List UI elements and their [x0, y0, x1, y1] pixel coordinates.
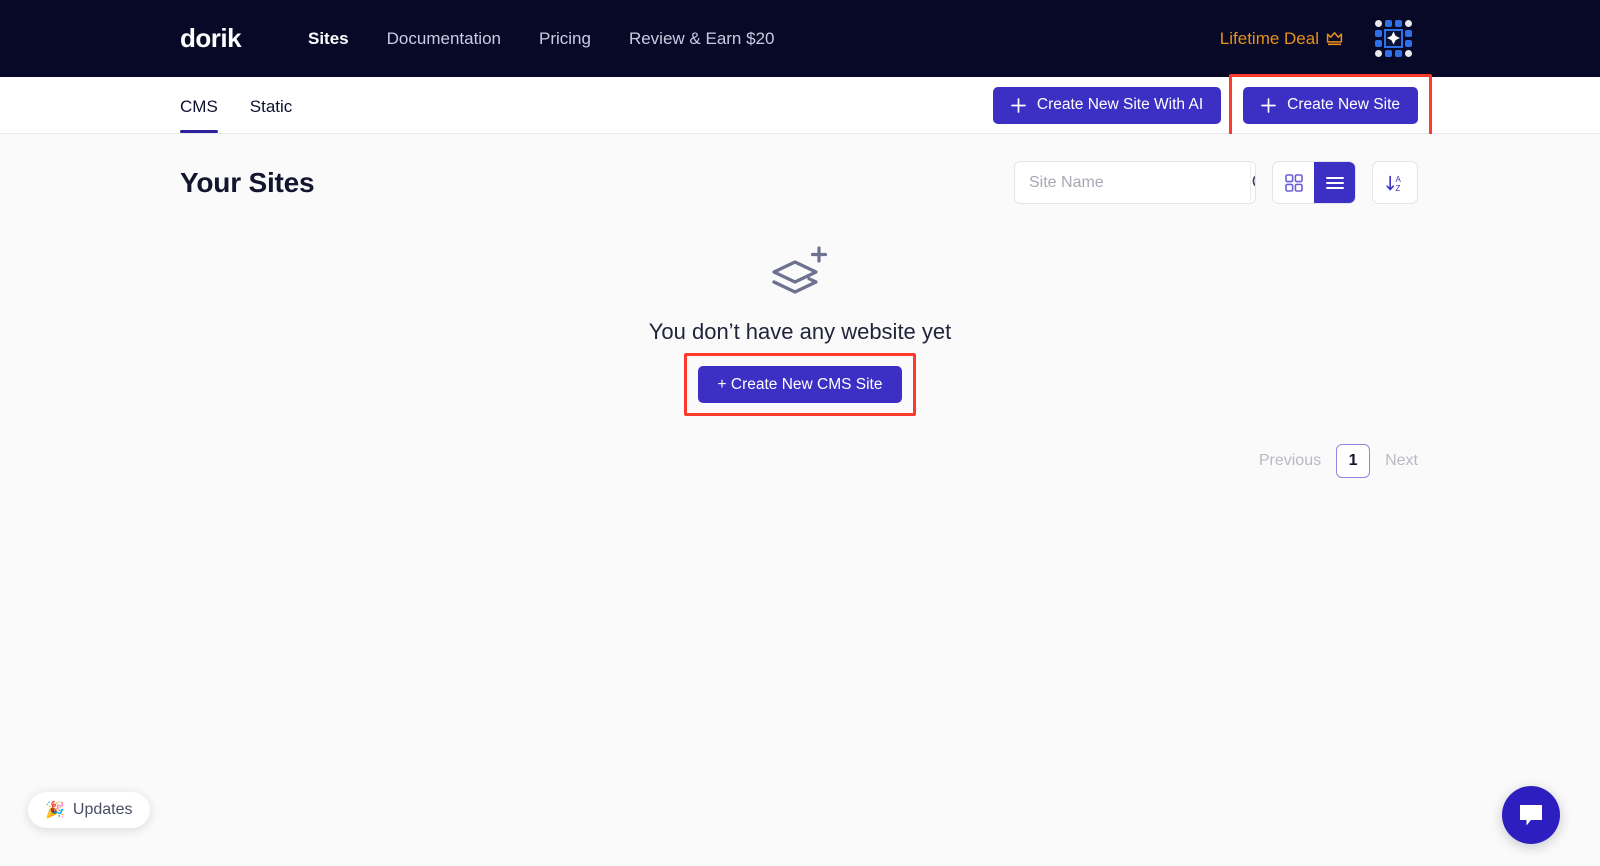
- svg-text:dorik: dorik: [180, 24, 242, 53]
- svg-text:Z: Z: [1396, 184, 1401, 193]
- plus-icon: [1011, 97, 1026, 113]
- avatar[interactable]: [1373, 18, 1415, 60]
- updates-widget[interactable]: 🎉 Updates: [28, 792, 150, 828]
- create-new-site-with-ai-label: Create New Site With AI: [1036, 96, 1204, 113]
- sort-az-icon: A Z: [1386, 175, 1402, 193]
- section-header: Your Sites Site Name A Z: [180, 161, 1418, 204]
- top-navigation-bar: dorik Sites Documentation Pricing Review…: [0, 0, 1600, 77]
- tabbar-actions: Create New Site With AI Create New Site: [992, 73, 1432, 137]
- chat-support-button[interactable]: [1502, 786, 1560, 844]
- main-content: Your Sites Site Name A Z You don’t have …: [0, 134, 1600, 866]
- dorik-logo-mark: dorik: [180, 24, 243, 53]
- create-cms-site-highlight: + Create New CMS Site: [683, 353, 917, 416]
- pagination-previous[interactable]: Previous: [1259, 452, 1321, 470]
- create-new-cms-site-button[interactable]: + Create New CMS Site: [697, 366, 903, 403]
- create-new-site-button[interactable]: Create New Site: [1243, 86, 1418, 124]
- empty-state: You don’t have any website yet + Create …: [0, 244, 1600, 416]
- svg-text:A: A: [1396, 175, 1402, 184]
- content-type-tabbar: CMS Static Create New Site With AI Creat…: [0, 73, 1600, 137]
- create-new-site-label: Create New Site: [1287, 96, 1400, 113]
- lifetime-deal-label: Lifetime Deal: [1219, 28, 1319, 48]
- create-new-site-highlight: Create New Site: [1229, 73, 1432, 137]
- layers-plus-icon: [769, 244, 831, 307]
- pagination-next[interactable]: Next: [1385, 452, 1418, 470]
- empty-state-message: You don’t have any website yet: [648, 319, 952, 344]
- grid-view-button[interactable]: [1273, 162, 1314, 203]
- search-box: [1014, 161, 1256, 204]
- list-toolbar: A Z: [1014, 161, 1418, 204]
- crown-icon: [1326, 32, 1343, 46]
- primary-nav-links: Sites Documentation Pricing Review & Ear…: [308, 29, 774, 49]
- tab-list: CMS Static: [180, 77, 292, 133]
- list-view-button[interactable]: [1314, 162, 1355, 203]
- search-button[interactable]: [1250, 162, 1255, 203]
- nav-right-group: Lifetime Deal: [1220, 18, 1415, 60]
- nav-link-documentation[interactable]: Documentation: [387, 29, 501, 49]
- app-root: dorik Sites Documentation Pricing Review…: [0, 0, 1600, 866]
- lifetime-deal-link[interactable]: Lifetime Deal: [1220, 29, 1343, 49]
- pagination: Previous 1 Next: [1259, 444, 1418, 478]
- list-view-icon: [1325, 176, 1344, 189]
- nav-link-review-earn[interactable]: Review & Earn $20: [629, 29, 775, 49]
- plus-icon: [1261, 97, 1276, 113]
- sort-button[interactable]: A Z: [1372, 161, 1418, 204]
- chat-bubble-icon: [1520, 805, 1542, 826]
- tab-cms[interactable]: CMS: [180, 77, 218, 133]
- avatar-icon: [1375, 19, 1412, 57]
- view-toggle-group: [1272, 161, 1356, 204]
- tab-static[interactable]: Static: [250, 77, 293, 133]
- nav-link-sites[interactable]: Sites: [308, 29, 349, 49]
- pagination-page-1[interactable]: 1: [1336, 444, 1371, 478]
- updates-label: Updates: [72, 801, 133, 818]
- nav-link-pricing[interactable]: Pricing: [539, 29, 591, 49]
- grid-view-icon: [1284, 173, 1303, 192]
- dorik-logo[interactable]: dorik: [180, 24, 256, 54]
- party-popper-icon: 🎉: [45, 802, 65, 819]
- page-title: Your Sites: [180, 166, 315, 198]
- create-new-site-with-ai-button[interactable]: Create New Site With AI: [992, 86, 1222, 124]
- search-icon: [1252, 175, 1255, 187]
- search-input[interactable]: [1015, 162, 1250, 203]
